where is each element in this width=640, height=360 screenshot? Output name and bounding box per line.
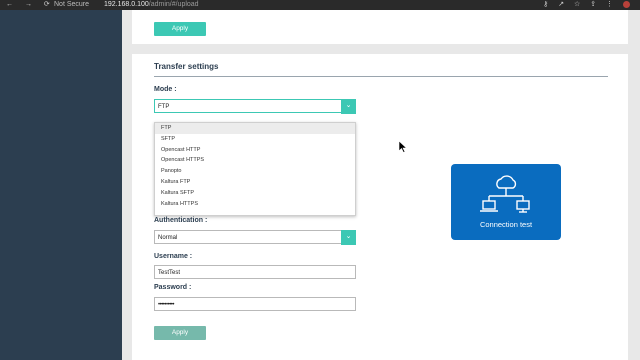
connection-test-label: Connection test — [479, 220, 533, 229]
password-label: Password : — [154, 284, 192, 291]
url-host: 192.168.0.100 — [104, 1, 149, 8]
mode-option-kaltura-sftp[interactable]: Kaltura SFTP — [155, 188, 355, 199]
apply-button[interactable]: Apply — [154, 326, 206, 340]
username-value: TestTest — [158, 270, 181, 276]
mode-option-panopto[interactable]: Panopto — [155, 166, 355, 177]
profile-avatar[interactable] — [623, 0, 630, 8]
apply-button-top[interactable]: Apply — [154, 22, 206, 36]
chevron-down-icon[interactable]: ⌄ — [341, 99, 356, 114]
authentication-label: Authentication : — [154, 217, 208, 224]
cloud-network-icon — [480, 175, 530, 213]
extension-icons[interactable]: ⚷ ↗ ☆ ⇪ ⋮ — [543, 1, 617, 8]
mode-option-opencast-https[interactable]: Opencast HTTPS — [155, 155, 355, 166]
main-content: Apply Transfer settings Mode : FTP ⌄ mat… — [122, 10, 640, 360]
mode-option-kaltura-ftp[interactable]: Kaltura FTP — [155, 177, 355, 188]
password-value: •••••••••• — [158, 302, 175, 308]
mode-dropdown-list[interactable]: FTP SFTP Opencast HTTP Opencast HTTPS Pa… — [154, 122, 356, 216]
authentication-select-value: Normal — [158, 235, 178, 241]
mode-option-kaltura-https[interactable]: Kaltura HTTPS — [155, 199, 355, 210]
browser-nav-icons[interactable]: ← → ⟳ — [6, 0, 55, 10]
authentication-select[interactable]: Normal ⌄ — [154, 230, 356, 245]
security-indicator[interactable]: Not Secure — [54, 0, 89, 10]
username-input[interactable]: TestTest — [154, 265, 356, 279]
mode-option-ftp[interactable]: FTP — [155, 123, 355, 134]
address-bar[interactable]: 192.168.0.100/admin/#/upload — [104, 0, 199, 10]
chevron-down-icon[interactable]: ⌄ — [341, 230, 356, 245]
mode-option-sftp[interactable]: SFTP — [155, 134, 355, 145]
mode-select-value: FTP — [158, 104, 170, 110]
connection-test-button[interactable]: Connection test — [451, 164, 561, 240]
mode-select[interactable]: FTP ⌄ — [154, 99, 356, 114]
transfer-settings-card: Transfer settings Mode : FTP ⌄ match FTP… — [132, 54, 628, 360]
browser-extension-icons[interactable]: ⚷ ↗ ☆ ⇪ ⋮ — [543, 0, 630, 10]
sidebar — [0, 10, 122, 360]
mode-label: Mode : — [154, 86, 177, 93]
previous-settings-card: Apply — [132, 10, 628, 44]
mouse-cursor-icon — [398, 141, 408, 153]
section-title: Transfer settings — [154, 62, 219, 71]
mode-option-opencast-http[interactable]: Opencast HTTP — [155, 145, 355, 156]
password-input[interactable]: •••••••••• — [154, 297, 356, 311]
browser-toolbar: ← → ⟳ Not Secure 192.168.0.100/admin/#/u… — [0, 0, 640, 10]
section-divider — [154, 76, 608, 77]
username-label: Username : — [154, 253, 193, 260]
url-path: /admin/#/upload — [148, 1, 199, 8]
